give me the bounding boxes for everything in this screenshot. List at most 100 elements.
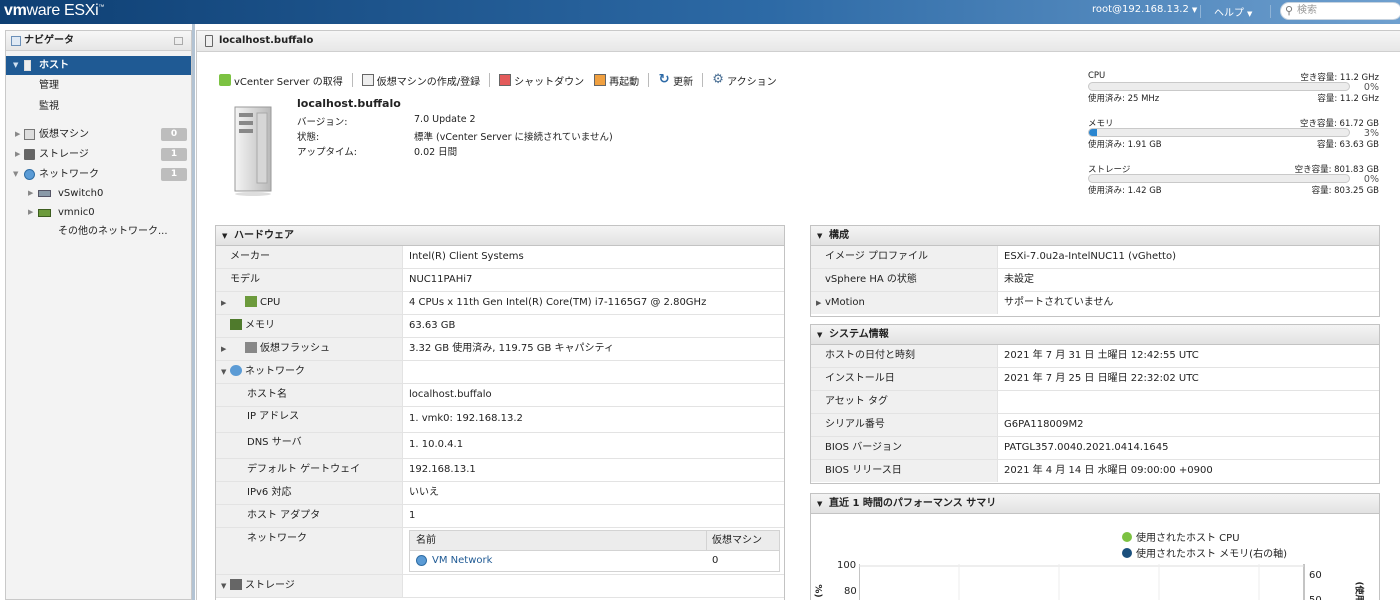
divider	[702, 73, 704, 87]
refresh-icon: ↻	[658, 72, 670, 87]
expand-arrow-icon[interactable]: ▼	[13, 56, 18, 75]
navigator-panel: ナビゲータ ▼ ホスト 管理 監視 ▶ 仮想マシン 0 ▶ ストレージ 1 ▼ …	[5, 30, 192, 600]
collapse-arrow-icon[interactable]: ▼	[221, 361, 226, 383]
nav-item-vms[interactable]: ▶ 仮想マシン 0	[6, 125, 191, 144]
collapse-arrow-icon[interactable]: ▼	[222, 226, 227, 246]
divider	[1270, 5, 1271, 18]
pane-splitter[interactable]	[192, 24, 195, 600]
count-badge: 0	[161, 128, 187, 141]
y-right-tick: 50	[1309, 595, 1322, 600]
vm-icon	[24, 129, 35, 140]
legend-swatch	[1122, 548, 1132, 558]
memory-usage-bar	[1088, 128, 1350, 137]
divider	[489, 73, 491, 87]
y-right-tick: 60	[1309, 570, 1322, 581]
expand-arrow-icon[interactable]: ▶	[15, 125, 20, 144]
collapse-arrow-icon[interactable]: ▼	[817, 226, 822, 246]
search-input[interactable]: ⚲ 検索	[1280, 2, 1400, 20]
config-row-vmotion[interactable]: vMotion ▶ サポートされていません	[811, 292, 1379, 315]
shutdown-button[interactable]: シャットダウン	[499, 73, 584, 88]
hw-row-storage[interactable]: ストレージ ▼	[216, 575, 784, 598]
system-info-panel: ▼ システム情報 ホストの日付と時刻 2021 年 7 月 31 日 土曜日 12:…	[810, 324, 1380, 484]
sys-row-bios-release: BIOS リリース日 2021 年 4 月 14 日 水曜日 09:00:00 +…	[811, 460, 1379, 483]
count-badge: 1	[161, 168, 187, 181]
nav-item-vswitch0[interactable]: ▶ vSwitch0	[6, 184, 191, 203]
nav-item-host[interactable]: ▼ ホスト	[6, 56, 191, 75]
network-icon	[24, 169, 35, 180]
cpu-meter: CPU 空き容量: 11.2 GHz 0% 使用済み: 25 MHz 容量: 11.…	[1088, 71, 1379, 104]
shutdown-icon	[499, 74, 512, 86]
expand-arrow-icon[interactable]: ▶	[28, 203, 33, 222]
storage-icon	[230, 579, 242, 590]
hw-row-hostname: ホスト名 localhost.buffalo	[216, 384, 784, 407]
nav-item-storage[interactable]: ▶ ストレージ 1	[6, 145, 191, 164]
chevron-down-icon: ▼	[1191, 6, 1198, 14]
nav-item-other-networks[interactable]: その他のネットワーク...	[6, 222, 191, 241]
action-toolbar: vCenter Server の取得 仮想マシンの作成/登録 シャットダウン 再…	[219, 72, 777, 88]
host-uptime-row: アップタイム: 0.02 日間	[297, 147, 458, 158]
expand-arrow-icon[interactable]: ▶	[15, 145, 20, 164]
create-register-vm-button[interactable]: 仮想マシンの作成/登録	[361, 73, 480, 88]
y-left-tick: 80	[844, 586, 857, 597]
nav-item-monitor[interactable]: 監視	[6, 97, 191, 116]
hw-row-host-adapter: ホスト アダプタ 1	[216, 505, 784, 528]
vm-add-icon	[361, 74, 374, 86]
divider	[648, 73, 650, 87]
collapse-arrow-icon[interactable]: ▼	[221, 575, 226, 597]
expand-arrow-icon[interactable]: ▼	[13, 165, 18, 184]
hw-row-memory: メモリ 63.63 GB	[216, 315, 784, 338]
storage-meter: ストレージ 空き容量: 801.83 GB 0% 使用済み: 1.42 GB 容量:…	[1088, 165, 1379, 196]
hw-row-network[interactable]: ネットワーク ▼	[216, 361, 784, 384]
expand-arrow-icon[interactable]: ▶	[28, 184, 33, 203]
y-left-tick: 100	[837, 560, 857, 571]
reboot-icon	[594, 74, 607, 86]
table-row[interactable]: VM Network 0	[410, 551, 779, 571]
nav-item-network[interactable]: ▼ ネットワーク 1	[6, 165, 191, 184]
main-panel: localhost.buffalo vCenter Server の取得 仮想マ…	[196, 30, 1400, 600]
nav-item-vmnic0[interactable]: ▶ vmnic0	[6, 203, 191, 222]
expand-arrow-icon[interactable]: ▶	[816, 292, 821, 314]
config-panel-header[interactable]: ▼ 構成	[811, 226, 1379, 246]
hw-row-vflash[interactable]: 仮想フラッシュ ▶ 3.32 GB 使用済み, 119.75 GB キャパシティ	[216, 338, 784, 361]
sys-row-serial: シリアル番号 G6PA118009M2	[811, 414, 1379, 437]
hardware-panel-header[interactable]: ▼ ハードウェア	[216, 226, 784, 246]
vmware-esxi-logo: vmware ESXi™	[4, 2, 105, 19]
vm-network-link[interactable]: VM Network	[432, 551, 492, 571]
search-icon: ⚲	[1285, 4, 1294, 17]
config-row-image-profile: イメージ プロファイル ESXi-7.0u2a-IntelNUC11 (vGhet…	[811, 246, 1379, 269]
collapse-pane-icon[interactable]	[174, 37, 183, 45]
hw-row-ip: IP アドレス 1. vmk0: 192.168.13.2	[216, 407, 784, 433]
refresh-button[interactable]: ↻ 更新	[658, 73, 693, 88]
network-subtable: 名前 仮想マシン VM Network 0	[409, 530, 780, 572]
expand-arrow-icon[interactable]: ▶	[221, 292, 226, 314]
hw-row-cpu[interactable]: CPU ▶ 4 CPUs x 11th Gen Intel(R) Core(TM) …	[216, 292, 784, 315]
nav-item-manage[interactable]: 管理	[6, 76, 191, 95]
actions-menu-button[interactable]: ⚙ アクション	[712, 72, 776, 88]
nic-icon	[38, 209, 51, 217]
collapse-arrow-icon[interactable]: ▼	[817, 325, 822, 345]
page-title: localhost.buffalo	[219, 35, 314, 46]
gear-icon: ⚙	[712, 72, 724, 87]
help-menu[interactable]: ヘルプ ▼	[1214, 4, 1252, 19]
reboot-button[interactable]: 再起動	[594, 73, 639, 88]
performance-panel-header[interactable]: ▼ 直近 1 時間のパフォーマンス サマリ	[811, 494, 1379, 514]
performance-chart	[859, 564, 1305, 600]
collapse-arrow-icon[interactable]: ▼	[817, 494, 822, 514]
divider	[351, 73, 353, 87]
y-right-axis-label: (使用	[1353, 581, 1364, 600]
expand-arrow-icon[interactable]: ▶	[221, 338, 226, 360]
memory-icon	[230, 319, 242, 330]
user-menu[interactable]: root@192.168.13.2 ▼	[1092, 4, 1197, 15]
system-info-panel-header[interactable]: ▼ システム情報	[811, 325, 1379, 345]
column-header-name[interactable]: 名前	[416, 531, 436, 551]
network-icon	[230, 365, 242, 376]
legend-swatch	[1122, 532, 1132, 542]
config-row-ha-state: vSphere HA の状態 未設定	[811, 269, 1379, 292]
flash-icon	[245, 342, 257, 353]
top-bar: vmware ESXi™ root@192.168.13.2 ▼ ヘルプ ▼ ⚲ 検索	[0, 0, 1400, 24]
navigator-icon	[11, 36, 21, 46]
get-vcenter-button[interactable]: vCenter Server の取得	[219, 73, 343, 88]
sys-row-asset-tag: アセット タグ	[811, 391, 1379, 414]
legend-memory: 使用されたホスト メモリ(右の軸)	[1122, 545, 1287, 560]
column-header-vms[interactable]: 仮想マシン	[706, 531, 762, 551]
